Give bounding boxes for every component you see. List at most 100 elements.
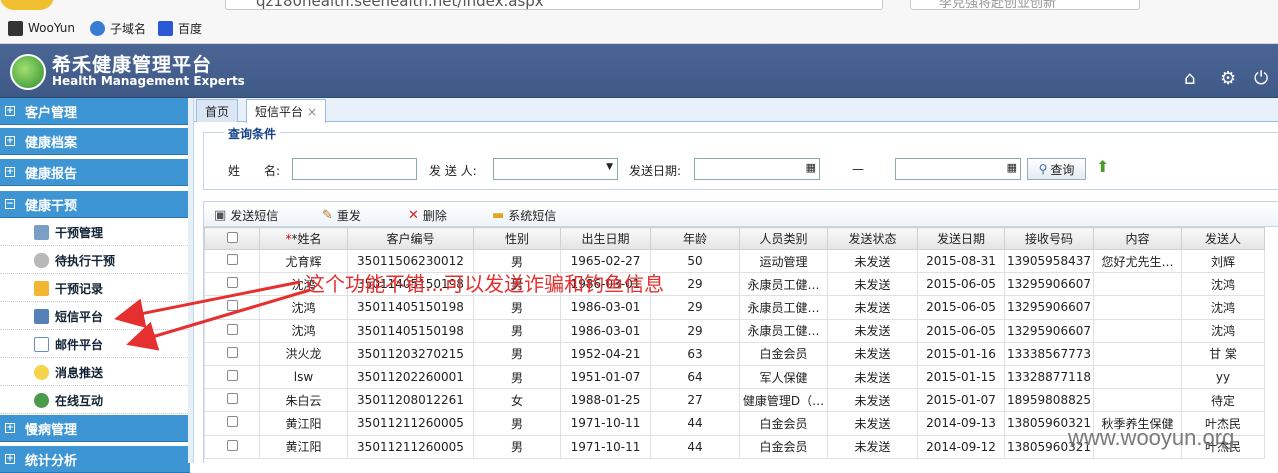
sidebar-item-mail[interactable]: 邮件平台: [0, 331, 190, 358]
table-cell: 未发送: [827, 272, 918, 297]
col-name: *姓名: [291, 232, 322, 246]
table-cell: 黄江阳: [259, 411, 348, 436]
sidebar-group-chronic[interactable]: + 慢病管理: [0, 415, 190, 442]
system-sms-button[interactable]: ▬ 系统短信: [492, 206, 556, 224]
search-button[interactable]: ⚲ 查询: [1027, 158, 1086, 180]
delete-button[interactable]: ✕ 删除: [408, 206, 447, 224]
table-cell: 待定: [1181, 388, 1265, 413]
column-header[interactable]: 发送人: [1181, 227, 1265, 250]
column-header[interactable]: 人员类别: [739, 227, 828, 250]
tab-bar: 首页 短信平台 ×: [194, 98, 1278, 123]
annotation-text: 这个功能不错...可以发送诈骗和钓鱼信息: [305, 272, 665, 296]
folder-icon: ▬: [492, 207, 505, 223]
row-checkbox[interactable]: [204, 411, 260, 436]
column-header[interactable]: 性别: [473, 227, 561, 250]
row-checkbox[interactable]: [204, 341, 260, 366]
calendar-icon[interactable]: ▦: [806, 161, 816, 174]
row-checkbox[interactable]: [204, 364, 260, 390]
sidebar-item-pending[interactable]: 待执行干预: [0, 247, 190, 274]
date-to-input[interactable]: ▦: [895, 158, 1021, 180]
pencil-icon: ✎: [322, 207, 333, 223]
sidebar-splitter[interactable]: [188, 98, 194, 463]
column-header[interactable]: 客户编号: [347, 227, 474, 250]
table-cell: 2015-06-05: [917, 272, 1005, 297]
calendar-icon[interactable]: ▦: [1007, 161, 1017, 174]
table-cell: 男: [473, 318, 561, 343]
table-row[interactable]: 洪火龙 35011203270215 男 1952-04-21 63 白金会员 未发送 201…: [204, 341, 1265, 366]
item-label: 在线互动: [55, 393, 104, 408]
address-bar[interactable]: qz180health.seehealth.net/index.aspx: [225, 0, 883, 10]
table-cell: 2015-06-05: [917, 318, 1005, 343]
tab-home[interactable]: 首页: [196, 99, 239, 122]
row-checkbox[interactable]: [204, 434, 260, 459]
table-cell: lsw: [259, 364, 348, 390]
table-row[interactable]: 沈鸿 35011405150198 男 1986-03-01 29 永康员工健… 未发送 20…: [204, 295, 1265, 320]
sidebar-group-intervention[interactable]: − 健康干预: [0, 191, 190, 218]
sidebar-item-records[interactable]: 干预记录: [0, 275, 190, 302]
column-header[interactable]: 出生日期: [560, 227, 651, 250]
row-checkbox[interactable]: [204, 272, 260, 297]
table-row[interactable]: 朱白云 35011208012261 女 1988-01-25 27 健康管理D（… 未发送…: [204, 388, 1265, 413]
row-checkbox[interactable]: [204, 318, 260, 343]
column-header[interactable]: 接收号码: [1004, 227, 1094, 250]
sidebar-group-archive[interactable]: + 健康档案: [0, 128, 190, 155]
send-sms-button[interactable]: ▣ 发送短信: [214, 206, 278, 224]
bookmark-subdomain[interactable]: 子域名: [90, 19, 146, 37]
column-header[interactable]: 内容: [1093, 227, 1182, 250]
table-cell: 1951-01-07: [560, 364, 651, 390]
group-label: 客户管理: [25, 105, 78, 121]
table-cell: 您好尤先生…: [1093, 248, 1182, 274]
table-cell: 洪火龙: [259, 341, 348, 366]
sidebar-item-sms[interactable]: 短信平台: [0, 303, 190, 330]
toolbar: ▣ 发送短信 ✎ 重发 ✕ 删除 ▬ 系统短信: [203, 201, 1278, 227]
sidebar-item-online[interactable]: 在线互动: [0, 387, 190, 414]
bookmark-label: 子域名: [110, 21, 147, 36]
bulb-icon: [34, 364, 49, 380]
group-label: 健康报告: [25, 166, 78, 182]
resend-button[interactable]: ✎ 重发: [322, 206, 361, 224]
sidebar-group-stats[interactable]: + 统计分析: [0, 446, 190, 473]
table-cell: 35011211260005: [347, 434, 474, 459]
gear-icon[interactable]: ⚙: [1220, 68, 1236, 89]
column-header[interactable]: 发送状态: [827, 227, 918, 250]
column-header[interactable]: 年龄: [650, 227, 740, 250]
range-separator: —: [852, 162, 864, 176]
table-cell: 2015-01-07: [917, 388, 1005, 413]
up-arrow-icon[interactable]: ⬆: [1096, 157, 1109, 176]
home-icon[interactable]: ⌂: [1184, 68, 1195, 89]
power-icon[interactable]: ⏻: [1254, 68, 1268, 89]
browser-logo[interactable]: [0, 0, 54, 10]
row-checkbox[interactable]: [204, 248, 260, 274]
bookmark-wooyun[interactable]: WooYun: [8, 19, 75, 37]
row-checkbox[interactable]: [204, 388, 260, 413]
table-cell: [1093, 295, 1182, 320]
app-logo: [10, 54, 46, 90]
table-cell: 35011203270215: [347, 341, 474, 366]
browser-search-box[interactable]: 李克强将赴创业创新: [910, 0, 1140, 11]
sidebar-group-customer[interactable]: + 客户管理: [0, 98, 190, 125]
query-legend: 查询条件: [224, 125, 281, 142]
url-text: qz180health.seehealth.net/index.aspx: [256, 0, 544, 10]
sidebar-group-report[interactable]: + 健康报告: [0, 159, 190, 186]
wooyun-icon: [8, 20, 23, 36]
close-icon[interactable]: ×: [307, 105, 317, 119]
bookmark-baidu[interactable]: 百度: [158, 19, 202, 37]
table-cell: 黄江阳: [259, 434, 348, 459]
column-header[interactable]: **姓名: [259, 227, 348, 250]
tab-sms[interactable]: 短信平台 ×: [246, 99, 327, 123]
people-icon: [34, 392, 49, 408]
table-cell: 2015-01-16: [917, 341, 1005, 366]
search-placeholder: 李克强将赴创业创新: [939, 0, 1057, 11]
select-all-checkbox[interactable]: [204, 227, 260, 250]
sidebar-item-intervention-mgmt[interactable]: 干预管理: [0, 219, 190, 246]
table-row[interactable]: lsw 35011202260001 男 1951-01-07 64 军人保健 未发送 201…: [204, 364, 1265, 390]
table-row[interactable]: 沈鸿 35011405150198 男 1986-03-01 29 永康员工健… 未发送 20…: [204, 318, 1265, 343]
sender-select[interactable]: ▼: [493, 158, 618, 180]
row-checkbox[interactable]: [204, 295, 260, 320]
date-from-input[interactable]: ▦: [694, 158, 820, 180]
name-input[interactable]: [292, 158, 417, 180]
table-cell: 13295906607: [1004, 272, 1094, 297]
column-header[interactable]: 发送日期: [917, 227, 1005, 250]
table-cell: 沈鸿: [1181, 295, 1265, 320]
sidebar-item-push[interactable]: 消息推送: [0, 359, 190, 386]
